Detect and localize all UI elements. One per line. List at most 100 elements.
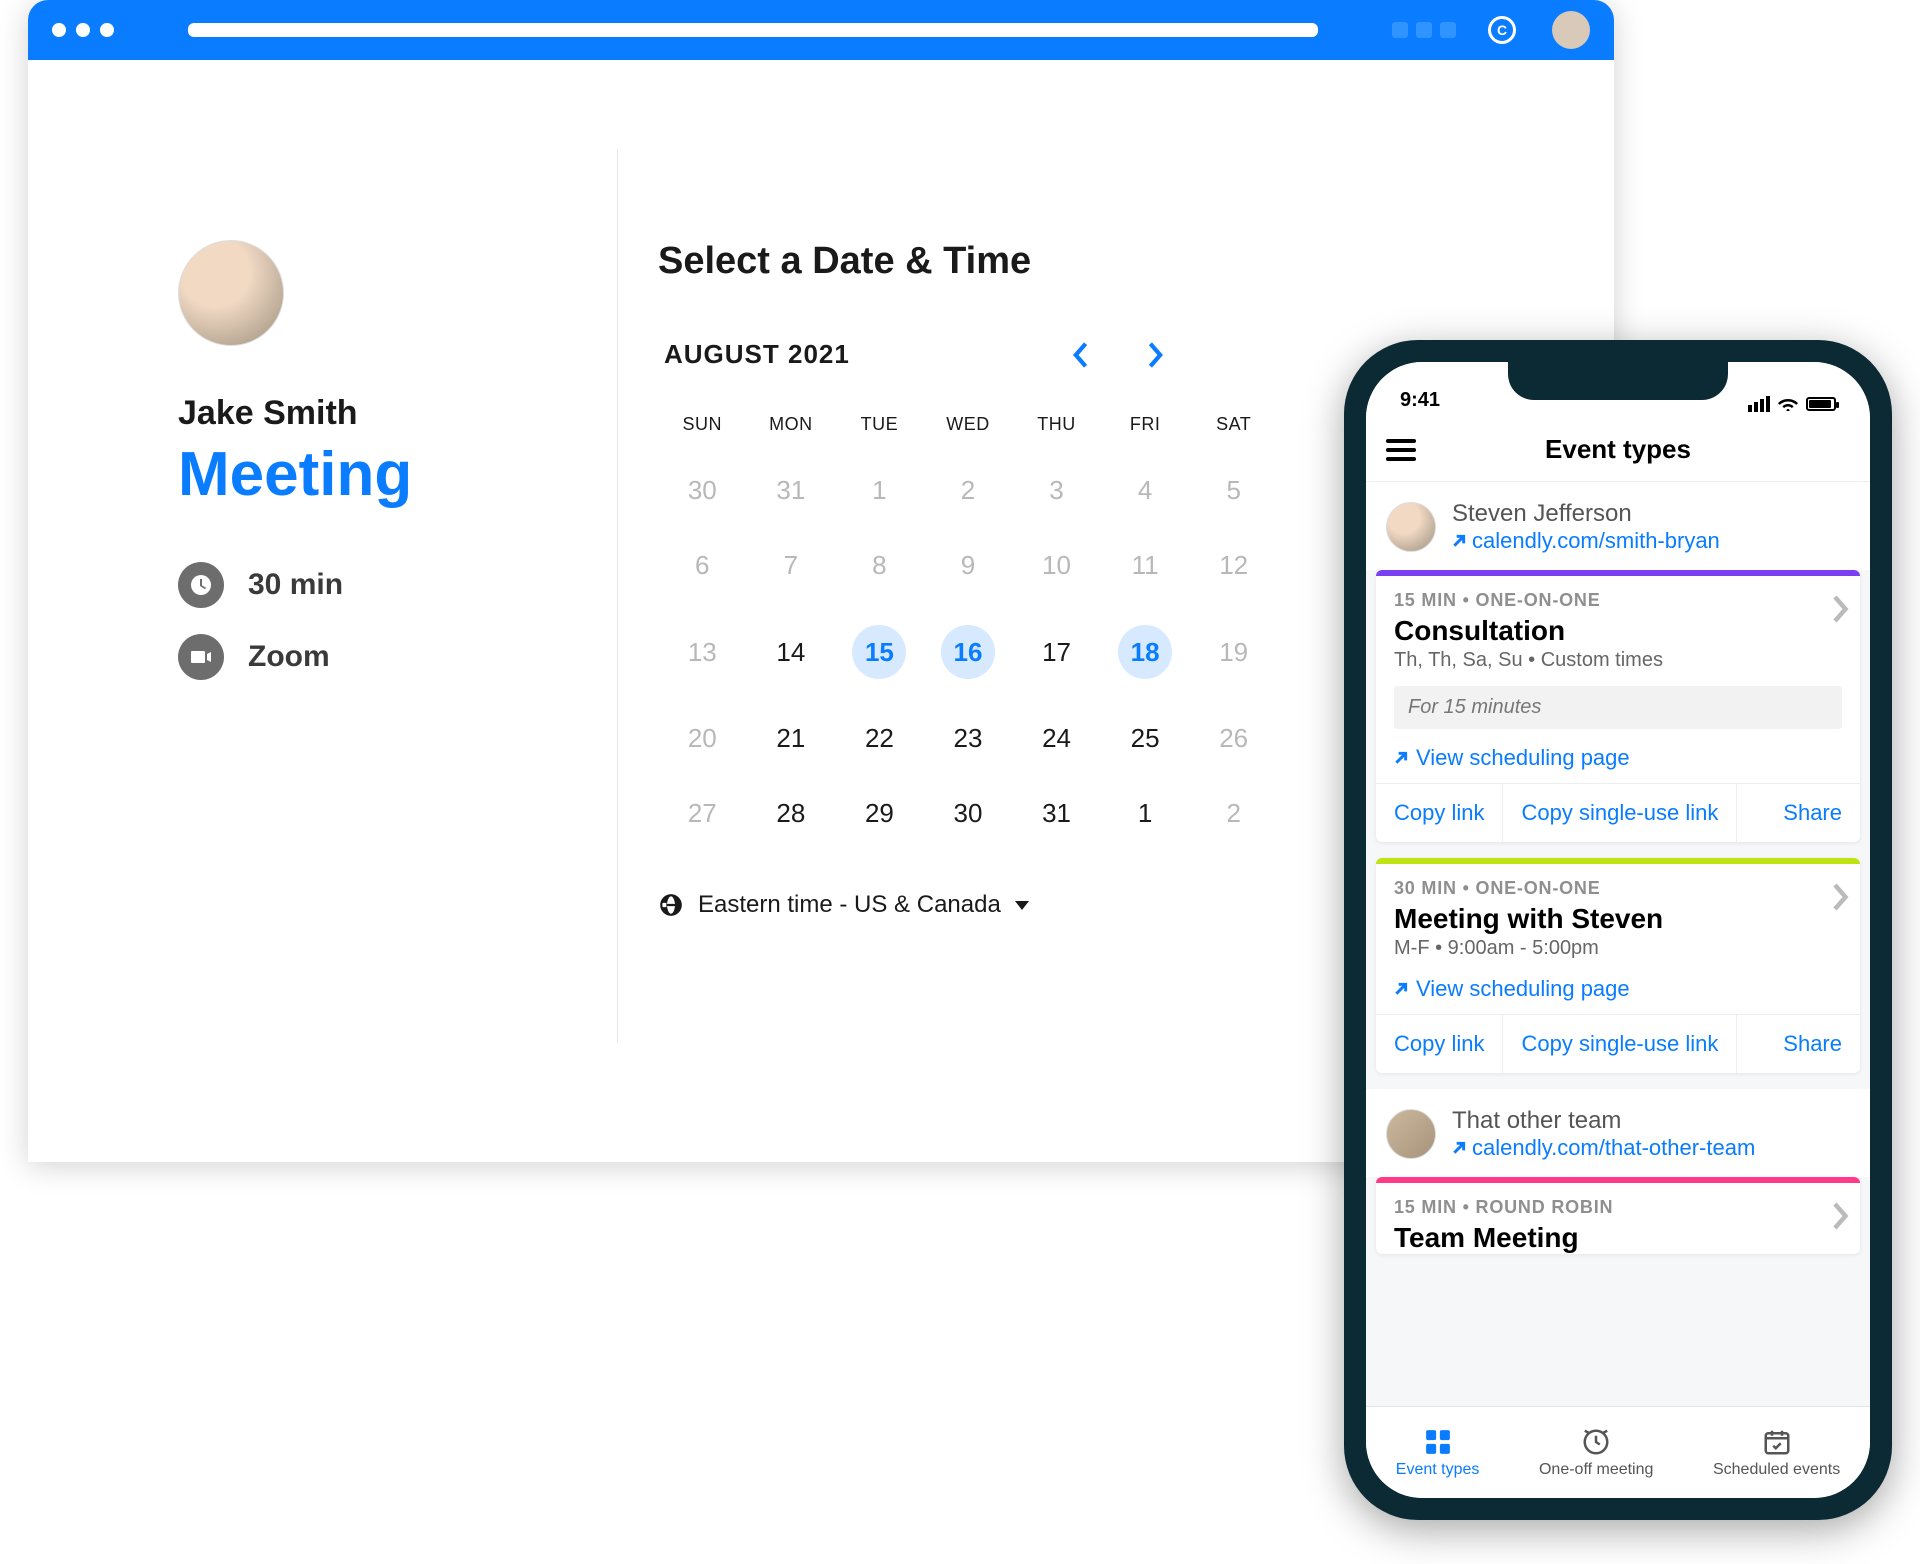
phone-notch: [1508, 362, 1728, 400]
calendly-logo-icon: C: [1488, 16, 1516, 44]
calendar-day[interactable]: 24: [1012, 701, 1101, 776]
calendar-day[interactable]: 29: [835, 776, 924, 851]
calendar-icon: [1762, 1427, 1792, 1457]
card-subtitle: M-F • 9:00am - 5:00pm: [1394, 937, 1842, 960]
prev-month-button[interactable]: [1070, 341, 1090, 369]
calendar-day: 13: [658, 603, 747, 701]
chevron-right-icon: [1832, 1201, 1850, 1236]
card-title: Meeting with Steven: [1394, 903, 1842, 935]
event-types-list[interactable]: Steven Jefferson calendly.com/smith-brya…: [1366, 482, 1870, 1406]
tab-event-types[interactable]: Event types: [1396, 1427, 1480, 1479]
user-name: That other team: [1452, 1107, 1755, 1135]
view-scheduling-link[interactable]: View scheduling page: [1394, 745, 1842, 771]
status-time: 9:41: [1400, 389, 1440, 412]
team-avatar: [1386, 1109, 1436, 1159]
calendar-day: 27: [658, 776, 747, 851]
chevron-right-icon: [1832, 594, 1850, 629]
chevron-right-icon: [1832, 882, 1850, 917]
duration-row: 30 min: [178, 562, 558, 608]
calendar-day: 4: [1101, 453, 1190, 528]
url-bar[interactable]: [188, 23, 1318, 37]
calendar-day[interactable]: 23: [924, 701, 1013, 776]
user-calendly-link[interactable]: calendly.com/that-other-team: [1452, 1135, 1755, 1161]
meeting-title: Meeting: [178, 439, 558, 510]
tab-one-off-meeting[interactable]: One-off meeting: [1539, 1427, 1653, 1479]
calendar-day: 10: [1012, 528, 1101, 603]
calendar-grid: SUNMONTUEWEDTHUFRISAT 303112345678910111…: [658, 404, 1278, 851]
external-link-icon: [1452, 534, 1466, 548]
location-label: Zoom: [248, 640, 330, 674]
battery-icon: [1806, 397, 1836, 411]
wifi-icon: [1778, 397, 1798, 411]
copy-single-use-link-button[interactable]: Copy single-use link: [1503, 1015, 1737, 1073]
card-title: Team Meeting: [1394, 1222, 1842, 1254]
weekday-header: FRI: [1101, 404, 1190, 453]
external-link-icon: [1394, 982, 1408, 996]
share-button[interactable]: Share: [1765, 1015, 1860, 1073]
share-button[interactable]: Share: [1765, 784, 1860, 842]
host-name: Jake Smith: [178, 394, 558, 433]
calendar-day[interactable]: 14: [747, 603, 836, 701]
titlebar-app-tiles: [1392, 22, 1456, 38]
event-type-card[interactable]: 30 MIN • ONE-ON-ONE Meeting with Steven …: [1376, 858, 1860, 1073]
screen-title: Event types: [1545, 434, 1691, 465]
user-header: Steven Jefferson calendly.com/smith-brya…: [1366, 482, 1870, 570]
window-controls[interactable]: [52, 23, 114, 37]
copy-link-button[interactable]: Copy link: [1376, 1015, 1503, 1073]
booking-sidebar: Jake Smith Meeting 30 min Zoom: [28, 60, 618, 1162]
calendar-day[interactable]: 16: [924, 603, 1013, 701]
calendar-day[interactable]: 21: [747, 701, 836, 776]
window-dot-icon[interactable]: [76, 23, 90, 37]
calendar-day: 12: [1189, 528, 1278, 603]
window-dot-icon[interactable]: [52, 23, 66, 37]
globe-icon: [658, 892, 684, 918]
browser-titlebar: C: [28, 0, 1614, 60]
bottom-tab-bar: Event types One-off meeting Scheduled ev…: [1366, 1406, 1870, 1498]
menu-button[interactable]: [1386, 439, 1416, 461]
caret-down-icon: [1015, 901, 1029, 910]
calendar-day[interactable]: 28: [747, 776, 836, 851]
calendar-day: 26: [1189, 701, 1278, 776]
calendar-day: 8: [835, 528, 924, 603]
view-scheduling-link[interactable]: View scheduling page: [1394, 976, 1842, 1002]
next-month-button[interactable]: [1146, 341, 1166, 369]
calendar-day: 31: [747, 453, 836, 528]
window-dot-icon[interactable]: [100, 23, 114, 37]
calendar-day: 5: [1189, 453, 1278, 528]
calendar-day[interactable]: 18: [1101, 603, 1190, 701]
event-type-card[interactable]: 15 MIN • ONE-ON-ONE Consultation Th, Th,…: [1376, 570, 1860, 842]
calendar-day[interactable]: 17: [1012, 603, 1101, 701]
calendar-day[interactable]: 31: [1012, 776, 1101, 851]
tab-scheduled-events[interactable]: Scheduled events: [1713, 1427, 1840, 1479]
copy-link-button[interactable]: Copy link: [1376, 784, 1503, 842]
chevron-left-icon: [1070, 341, 1090, 369]
calendar-day: 19: [1189, 603, 1278, 701]
calendar-day: 2: [1189, 776, 1278, 851]
calendar-day: 20: [658, 701, 747, 776]
user-avatar: [1386, 502, 1436, 552]
card-meta: 15 MIN • ONE-ON-ONE: [1394, 590, 1842, 611]
weekday-header: MON: [747, 404, 836, 453]
calendar-day[interactable]: 1: [1101, 776, 1190, 851]
external-link-icon: [1452, 1141, 1466, 1155]
calendar-day: 30: [658, 453, 747, 528]
calendar-day[interactable]: 30: [924, 776, 1013, 851]
calendar-day: 6: [658, 528, 747, 603]
copy-single-use-link-button[interactable]: Copy single-use link: [1503, 784, 1737, 842]
clock-icon: [178, 562, 224, 608]
user-calendly-link[interactable]: calendly.com/smith-bryan: [1452, 528, 1720, 554]
event-type-card[interactable]: 15 MIN • ROUND ROBIN Team Meeting: [1376, 1177, 1860, 1254]
calendar-day: 1: [835, 453, 924, 528]
card-subtitle: Th, Th, Sa, Su • Custom times: [1394, 649, 1842, 672]
calendar-day[interactable]: 15: [835, 603, 924, 701]
external-link-icon: [1394, 751, 1408, 765]
calendar-day[interactable]: 22: [835, 701, 924, 776]
chevron-right-icon: [1146, 341, 1166, 369]
video-icon: [178, 634, 224, 680]
calendar-day[interactable]: 25: [1101, 701, 1190, 776]
weekday-header: WED: [924, 404, 1013, 453]
weekday-header: SUN: [658, 404, 747, 453]
page-heading: Select a Date & Time: [658, 240, 1574, 283]
one-off-icon: [1581, 1427, 1611, 1457]
account-avatar[interactable]: [1552, 11, 1590, 49]
